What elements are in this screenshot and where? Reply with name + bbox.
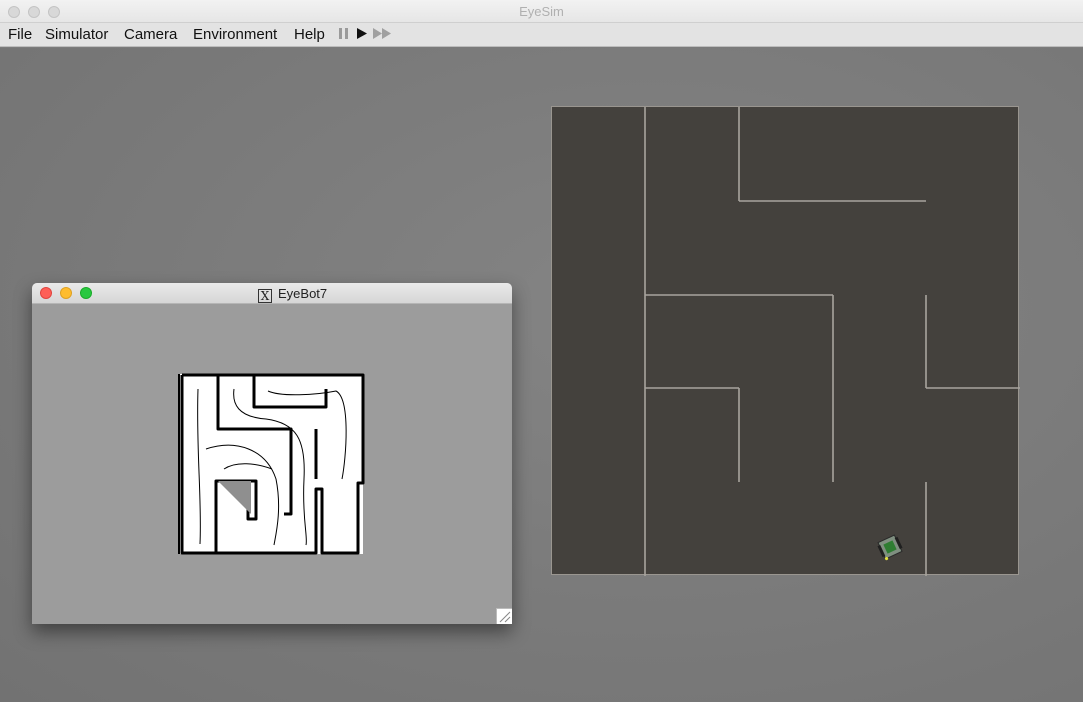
menu-help[interactable]: Help [294, 26, 325, 43]
menu-bar: File Simulator Camera Environment Help [0, 23, 1083, 47]
eyebot-zoom-button[interactable] [80, 287, 92, 299]
eyebot-close-button[interactable] [40, 287, 52, 299]
pause-icon[interactable] [338, 27, 350, 44]
eyebot-minimize-button[interactable] [60, 287, 72, 299]
play-icon[interactable] [356, 27, 368, 44]
eyebot-title: X EyeBot7 [258, 286, 327, 303]
eyebot-title-bar: X EyeBot7 [32, 283, 512, 304]
resize-grip[interactable] [496, 608, 512, 624]
window-title: EyeSim [519, 4, 564, 19]
eyebot-title-label: EyeBot7 [278, 286, 328, 301]
title-bar: EyeSim [0, 0, 1083, 23]
maze-arena[interactable] [551, 106, 1020, 576]
maze-walls [644, 107, 1020, 576]
menu-simulator[interactable]: Simulator [45, 26, 108, 43]
fast-forward-icon[interactable] [372, 27, 394, 44]
eyesim-window: EyeSim File Simulator Camera Environment… [0, 0, 1083, 702]
menu-file[interactable]: File [8, 26, 32, 43]
robot-icon [877, 534, 903, 561]
eyebot-window[interactable]: X EyeBot7 [32, 283, 512, 624]
occupancy-map [178, 373, 365, 555]
menu-environment[interactable]: Environment [193, 26, 277, 43]
x11-icon: X [258, 289, 272, 303]
menu-camera[interactable]: Camera [124, 26, 177, 43]
